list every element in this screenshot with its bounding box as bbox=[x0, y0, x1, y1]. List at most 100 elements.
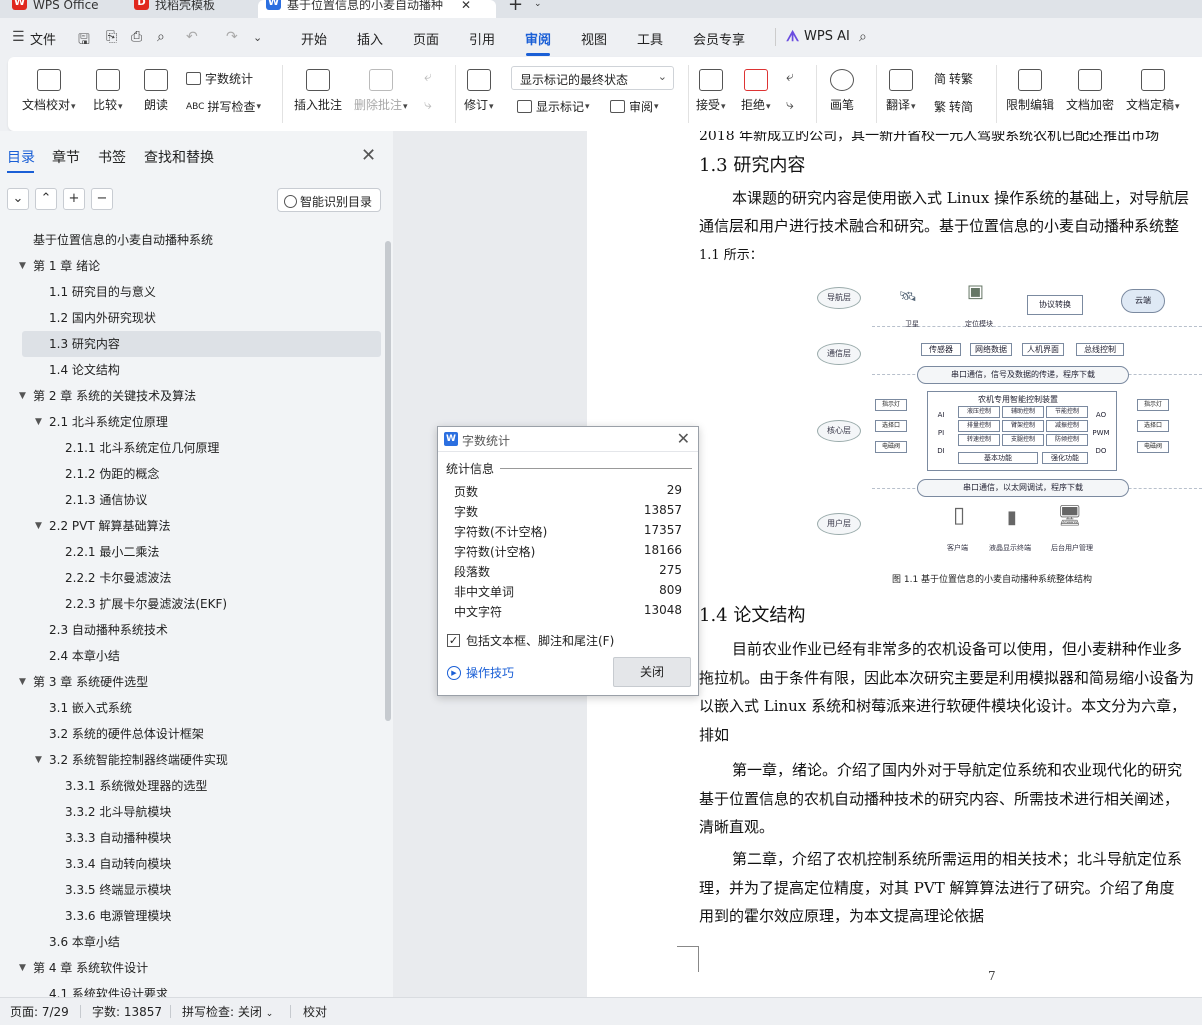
toc-item[interactable]: 2.4 本章小结 bbox=[0, 643, 385, 669]
smart-toc-button[interactable]: 智能识别目录 bbox=[277, 188, 381, 212]
toc-item[interactable]: 4.1 系统软件设计要求 bbox=[0, 981, 385, 997]
collapse-up-icon[interactable]: ⌃ bbox=[35, 188, 57, 210]
toc-item[interactable]: 1.4 论文结构 bbox=[0, 357, 385, 383]
expand-triangle-icon[interactable]: ▼ bbox=[19, 955, 26, 981]
show-markup-button[interactable]: 显示标记 ▾ bbox=[517, 98, 590, 115]
doc-proofread-button[interactable]: 文档校对▾ bbox=[22, 69, 76, 113]
to-traditional-button[interactable]: 简转繁 bbox=[934, 70, 973, 87]
insert-comment-button[interactable]: 插入批注 bbox=[294, 69, 342, 113]
spell-check-button[interactable]: ABC 拼写检查 ▾ bbox=[186, 98, 261, 115]
toc-item[interactable]: 3.3.5 终端显示模块 bbox=[0, 877, 385, 903]
toc-item[interactable]: ▼ 第 1 章 绪论 bbox=[0, 253, 385, 279]
menu-tools[interactable]: 工具 bbox=[637, 29, 663, 48]
tips-link[interactable]: ▶ 操作技巧 bbox=[447, 664, 514, 681]
toc-item[interactable]: 1.2 国内外研究现状 bbox=[0, 305, 385, 331]
review-pane-button[interactable]: 审阅 ▾ bbox=[610, 98, 659, 115]
toc-item[interactable]: ▼ 2.2 PVT 解算基础算法 bbox=[0, 513, 385, 539]
expand-down-icon[interactable]: ⌄ bbox=[7, 188, 29, 210]
menu-file[interactable]: 文件 bbox=[30, 29, 56, 48]
menu-wps-ai[interactable]: WPS AI bbox=[804, 29, 850, 44]
compare-button[interactable]: 比较▾ bbox=[93, 69, 123, 113]
expand-triangle-icon[interactable]: ▼ bbox=[35, 409, 42, 435]
system-architecture-figure[interactable]: 导航层 通信层 核心层 用户层 🛰 卫星 ▣ 定位模块 协议转换 云端 传感器 … bbox=[817, 281, 1202, 571]
close-button[interactable]: 关闭 bbox=[613, 657, 691, 687]
accept-button[interactable]: 接受▾ bbox=[696, 69, 726, 113]
toc-item[interactable]: 2.1.1 北斗系统定位几何原理 bbox=[0, 435, 385, 461]
toc-item[interactable]: 3.3.6 电源管理模块 bbox=[0, 903, 385, 929]
toc-item[interactable]: ▼ 2.1 北斗系统定位原理 bbox=[0, 409, 385, 435]
menu-view[interactable]: 视图 bbox=[581, 29, 607, 48]
toc-item[interactable]: ▼ 3.2 系统智能控制器终端硬件实现 bbox=[0, 747, 385, 773]
track-changes-button[interactable]: 修订▾ bbox=[464, 69, 494, 113]
markup-state-select[interactable]: 显示标记的最终状态 ⌄ bbox=[511, 66, 674, 90]
prev-comment-icon[interactable]: ⤶ bbox=[424, 69, 432, 85]
expand-triangle-icon[interactable]: ▼ bbox=[19, 669, 26, 695]
tab-docer-templates[interactable]: D 找稻壳模板 bbox=[134, 0, 215, 18]
toc-item[interactable]: 2.2.2 卡尔曼滤波法 bbox=[0, 565, 385, 591]
print-icon[interactable]: ⎙ bbox=[131, 29, 142, 45]
quick-access-chevron-icon[interactable]: ⌄ bbox=[253, 31, 262, 44]
expand-triangle-icon[interactable]: ▼ bbox=[35, 513, 42, 539]
nav-scrollbar[interactable] bbox=[385, 241, 391, 721]
toc-item[interactable]: 2.2.1 最小二乘法 bbox=[0, 539, 385, 565]
undo-icon[interactable]: ↶ bbox=[186, 29, 198, 45]
toc-item[interactable]: 2.3 自动播种系统技术 bbox=[0, 617, 385, 643]
toc-item[interactable]: 3.2 系统的硬件总体设计框架 bbox=[0, 721, 385, 747]
status-proofread[interactable]: 校对 bbox=[303, 1003, 327, 1020]
menu-start[interactable]: 开始 bbox=[301, 29, 327, 48]
word-count-button[interactable]: 字数统计 bbox=[186, 70, 253, 87]
delete-comment-button[interactable]: 删除批注▾ bbox=[354, 69, 408, 113]
toc-item[interactable]: 3.3.3 自动播种模块 bbox=[0, 825, 385, 851]
tab-list-chevron-icon[interactable]: ⌄ bbox=[534, 0, 542, 9]
nav-tab-toc[interactable]: 目录 bbox=[7, 147, 35, 167]
reject-button[interactable]: 拒绝▾ bbox=[741, 69, 771, 113]
include-textbox-checkbox[interactable]: ✓ 包括文本框、脚注和尾注(F) bbox=[447, 632, 614, 649]
new-tab-plus-icon[interactable]: + bbox=[508, 0, 523, 15]
prev-change-icon[interactable]: ⤶ bbox=[786, 69, 794, 85]
read-aloud-button[interactable]: 朗读 bbox=[144, 69, 168, 113]
expand-triangle-icon[interactable]: ▼ bbox=[19, 383, 26, 409]
toc-item[interactable]: 基于位置信息的小麦自动播种系统 bbox=[0, 227, 385, 253]
toc-item[interactable]: 1.3 研究内容 bbox=[22, 331, 381, 357]
dialog-titlebar[interactable]: W 字数统计 ✕ bbox=[438, 427, 698, 452]
add-heading-icon[interactable]: + bbox=[63, 188, 85, 210]
nav-tab-bookmarks[interactable]: 书签 bbox=[98, 147, 126, 167]
menu-review[interactable]: 审阅 bbox=[525, 29, 551, 48]
pen-button[interactable]: 画笔 bbox=[830, 69, 854, 113]
next-comment-icon[interactable]: ⤷ bbox=[424, 97, 432, 113]
toc-item[interactable]: 2.2.3 扩展卡尔曼滤波法(EKF) bbox=[0, 591, 385, 617]
translate-button[interactable]: 翻译▾ bbox=[886, 69, 916, 113]
status-spell-check[interactable]: 拼写检查: 关闭 ⌄ bbox=[182, 1003, 273, 1020]
toc-item[interactable]: ▼ 第 2 章 系统的关键技术及算法 bbox=[0, 383, 385, 409]
toc-item[interactable]: ▼ 第 4 章 系统软件设计 bbox=[0, 955, 385, 981]
status-page[interactable]: 页面: 7/29 bbox=[10, 1003, 69, 1020]
nav-tab-chapters[interactable]: 章节 bbox=[52, 147, 80, 167]
expand-triangle-icon[interactable]: ▼ bbox=[35, 747, 42, 773]
toc-item[interactable]: 3.3.2 北斗导航模块 bbox=[0, 799, 385, 825]
toc-item[interactable]: 3.3.1 系统微处理器的选型 bbox=[0, 773, 385, 799]
toc-item[interactable]: 3.3.4 自动转向模块 bbox=[0, 851, 385, 877]
hamburger-menu-icon[interactable]: ☰ bbox=[12, 29, 25, 45]
remove-heading-icon[interactable]: − bbox=[91, 188, 113, 210]
to-simplified-button[interactable]: 繁转简 bbox=[934, 98, 973, 115]
share-icon[interactable]: ⎘ bbox=[106, 29, 117, 45]
toc-item[interactable]: 2.1.2 伪距的概念 bbox=[0, 461, 385, 487]
toc-item[interactable]: 1.1 研究目的与意义 bbox=[0, 279, 385, 305]
restrict-edit-button[interactable]: 限制编辑 bbox=[1006, 69, 1054, 113]
menu-vip[interactable]: 会员专享 bbox=[693, 29, 745, 48]
tab-close-icon[interactable]: ✕ bbox=[461, 0, 471, 11]
toc-item[interactable]: 2.1.3 通信协议 bbox=[0, 487, 385, 513]
toc-item[interactable]: ▼ 第 3 章 系统硬件选型 bbox=[0, 669, 385, 695]
tab-current-document[interactable]: W 基于位置信息的小麦自动播种 ✕ bbox=[258, 0, 496, 18]
expand-triangle-icon[interactable]: ▼ bbox=[19, 253, 26, 279]
close-icon[interactable]: ✕ bbox=[677, 429, 690, 448]
nav-tab-find-replace[interactable]: 查找和替换 bbox=[144, 147, 214, 167]
search-icon[interactable]: ⌕ bbox=[859, 29, 867, 45]
menu-insert[interactable]: 插入 bbox=[357, 29, 383, 48]
next-change-icon[interactable]: ⤷ bbox=[786, 97, 794, 113]
toc-item[interactable]: 3.6 本章小结 bbox=[0, 929, 385, 955]
menu-reference[interactable]: 引用 bbox=[469, 29, 495, 48]
save-icon[interactable]: 🖫 bbox=[78, 29, 90, 53]
toc-item[interactable]: 3.1 嵌入式系统 bbox=[0, 695, 385, 721]
status-word-count[interactable]: 字数: 13857 bbox=[92, 1003, 162, 1020]
